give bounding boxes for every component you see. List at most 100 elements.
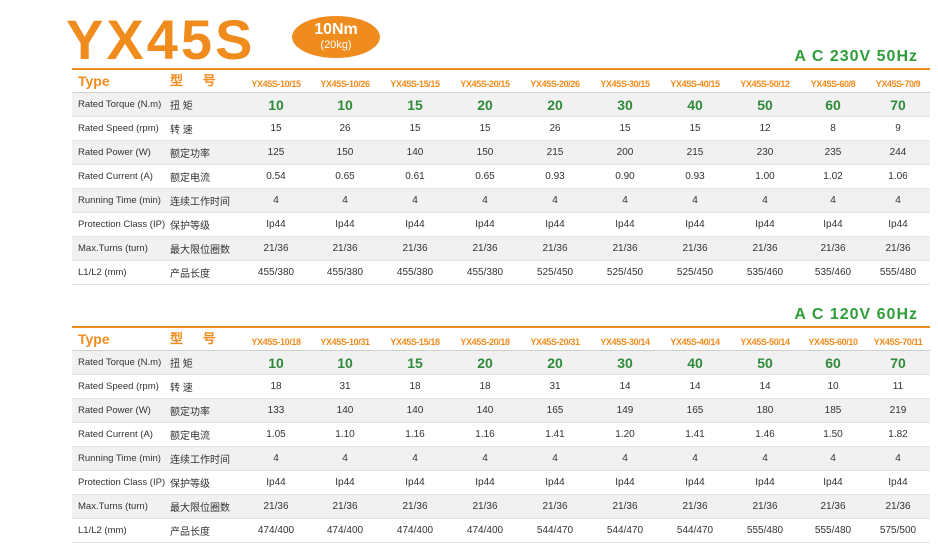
table-cell: 244 bbox=[866, 140, 930, 165]
table-cell: 15 bbox=[380, 92, 450, 117]
table-cell: 215 bbox=[520, 140, 590, 165]
table-row: L1/L2 (mm) 产品长度 455/380 455/380 455/380 455/3… bbox=[72, 260, 930, 285]
row-label-cn: 扭 矩 bbox=[170, 350, 242, 375]
table-cell: 455/380 bbox=[242, 260, 310, 285]
row-label-en: Running Time (min) bbox=[72, 446, 170, 471]
table-cell: 4 bbox=[730, 188, 800, 213]
table-cell: Ip44 bbox=[380, 212, 450, 237]
table-cell: Ip44 bbox=[866, 212, 930, 237]
table-cell: 40 bbox=[660, 92, 730, 117]
table-cell: 1.00 bbox=[730, 164, 800, 189]
row-label-cn: 产品长度 bbox=[170, 518, 242, 543]
spec-table-120v: Type 型 号 YX45S-10/18 YX45S-10/31 YX45S-15/18… bbox=[72, 326, 930, 543]
table-cell: 1.50 bbox=[800, 422, 866, 447]
table-cell: 21/36 bbox=[520, 236, 590, 261]
model-header: YX45S-10/18 bbox=[242, 326, 310, 351]
table-cell: 50 bbox=[730, 350, 800, 375]
table-row: Running Time (min) 连续工作时间 4 4 4 4 4 4 4 4 4 4 bbox=[72, 446, 930, 471]
table-row: L1/L2 (mm) 产品长度 474/400 474/400 474/400 474/4… bbox=[72, 518, 930, 543]
table-cell: 15 bbox=[380, 350, 450, 375]
table-cell: 0.93 bbox=[660, 164, 730, 189]
row-label-cn: 额定功率 bbox=[170, 140, 242, 165]
table-cell: 21/36 bbox=[730, 494, 800, 519]
model-header: YX45S-20/18 bbox=[450, 326, 520, 351]
table-cell: Ip44 bbox=[310, 212, 380, 237]
table-cell: Ip44 bbox=[660, 470, 730, 495]
table-cell: 555/480 bbox=[730, 518, 800, 543]
table-row: Rated Power (W) 额定功率 133 140 140 140 165 149 165… bbox=[72, 398, 930, 423]
table-cell: 1.41 bbox=[660, 422, 730, 447]
model-header: YX45S-30/15 bbox=[590, 68, 660, 93]
table-cell: 1.46 bbox=[730, 422, 800, 447]
table-cell: 4 bbox=[380, 446, 450, 471]
table-cell: 4 bbox=[380, 188, 450, 213]
table-cell: 4 bbox=[310, 446, 380, 471]
row-label-en: Running Time (min) bbox=[72, 188, 170, 213]
table-cell: 4 bbox=[730, 446, 800, 471]
table-cell: 185 bbox=[800, 398, 866, 423]
table-cell: 140 bbox=[310, 398, 380, 423]
table-cell: 14 bbox=[730, 374, 800, 399]
table-cell: 0.61 bbox=[380, 164, 450, 189]
table-row: Protection Class (IP) 保护等级 Ip44 Ip44 Ip44 Ip4… bbox=[72, 470, 930, 495]
table-cell: 50 bbox=[730, 92, 800, 117]
table-cell: 21/36 bbox=[866, 236, 930, 261]
table-cell: 10 bbox=[242, 92, 310, 117]
table-cell: Ip44 bbox=[380, 470, 450, 495]
table-cell: 30 bbox=[590, 350, 660, 375]
table-cell: 14 bbox=[660, 374, 730, 399]
table-cell: 4 bbox=[800, 446, 866, 471]
table-row: Protection Class (IP) 保护等级 Ip44 Ip44 Ip44 Ip4… bbox=[72, 212, 930, 237]
table-cell: Ip44 bbox=[866, 470, 930, 495]
table-cell: 455/380 bbox=[310, 260, 380, 285]
table-cell: 125 bbox=[242, 140, 310, 165]
row-label-cn: 扭 矩 bbox=[170, 92, 242, 117]
table-cell: 14 bbox=[590, 374, 660, 399]
table-cell: 18 bbox=[242, 374, 310, 399]
table-cell: 15 bbox=[590, 116, 660, 141]
table-cell: 219 bbox=[866, 398, 930, 423]
table-cell: Ip44 bbox=[520, 470, 590, 495]
table-cell: 544/470 bbox=[520, 518, 590, 543]
table-row: Rated Speed (rpm) 转 速 15 26 15 15 26 15 15 12 8 9 bbox=[72, 116, 930, 141]
table-cell: 21/36 bbox=[450, 236, 520, 261]
row-label-en: L1/L2 (mm) bbox=[72, 260, 170, 285]
model-header: YX45S-60/8 bbox=[800, 68, 866, 93]
table-row: Max.Turns (turn) 最大限位圈数 21/36 21/36 21/36 21/… bbox=[72, 494, 930, 519]
table-cell: 15 bbox=[450, 116, 520, 141]
table-cell: 0.90 bbox=[590, 164, 660, 189]
model-header: YX45S-10/31 bbox=[310, 326, 380, 351]
table-cell: 21/36 bbox=[310, 236, 380, 261]
table-cell: 4 bbox=[590, 188, 660, 213]
table-cell: 4 bbox=[450, 446, 520, 471]
table-cell: 0.65 bbox=[310, 164, 380, 189]
table-cell: 555/480 bbox=[866, 260, 930, 285]
table-cell: 140 bbox=[380, 398, 450, 423]
row-label-cn: 保护等级 bbox=[170, 470, 242, 495]
table-cell: 4 bbox=[800, 188, 866, 213]
table-cell: 535/460 bbox=[730, 260, 800, 285]
model-header: YX45S-15/18 bbox=[380, 326, 450, 351]
table-cell: 4 bbox=[450, 188, 520, 213]
table-cell: 215 bbox=[660, 140, 730, 165]
model-header: YX45S-60/10 bbox=[800, 326, 866, 351]
table-cell: 26 bbox=[310, 116, 380, 141]
power-spec-230v: A C 230V 50Hz bbox=[794, 48, 918, 65]
model-header: YX45S-20/26 bbox=[520, 68, 590, 93]
table-cell: 474/400 bbox=[450, 518, 520, 543]
table-cell: Ip44 bbox=[242, 470, 310, 495]
row-label-en: Rated Current (A) bbox=[72, 422, 170, 447]
model-header: YX45S-50/14 bbox=[730, 326, 800, 351]
table-cell: Ip44 bbox=[450, 470, 520, 495]
table-cell: Ip44 bbox=[450, 212, 520, 237]
torque-badge: 10Nm (20kg) bbox=[292, 16, 380, 58]
row-label-en: Protection Class (IP) bbox=[72, 212, 170, 237]
table-cell: 21/36 bbox=[520, 494, 590, 519]
row-label-cn: 最大限位圈数 bbox=[170, 494, 242, 519]
table-cell: 1.41 bbox=[520, 422, 590, 447]
table-cell: 26 bbox=[520, 116, 590, 141]
model-header: YX45S-40/14 bbox=[660, 326, 730, 351]
table-row: Rated Torque (N.m) 扭 矩 10 10 15 20 20 30 40 50 60 7… bbox=[72, 92, 930, 117]
table-cell: 0.54 bbox=[242, 164, 310, 189]
table-row: Rated Current (A) 额定电流 1.05 1.10 1.16 1.16 1.4… bbox=[72, 422, 930, 447]
